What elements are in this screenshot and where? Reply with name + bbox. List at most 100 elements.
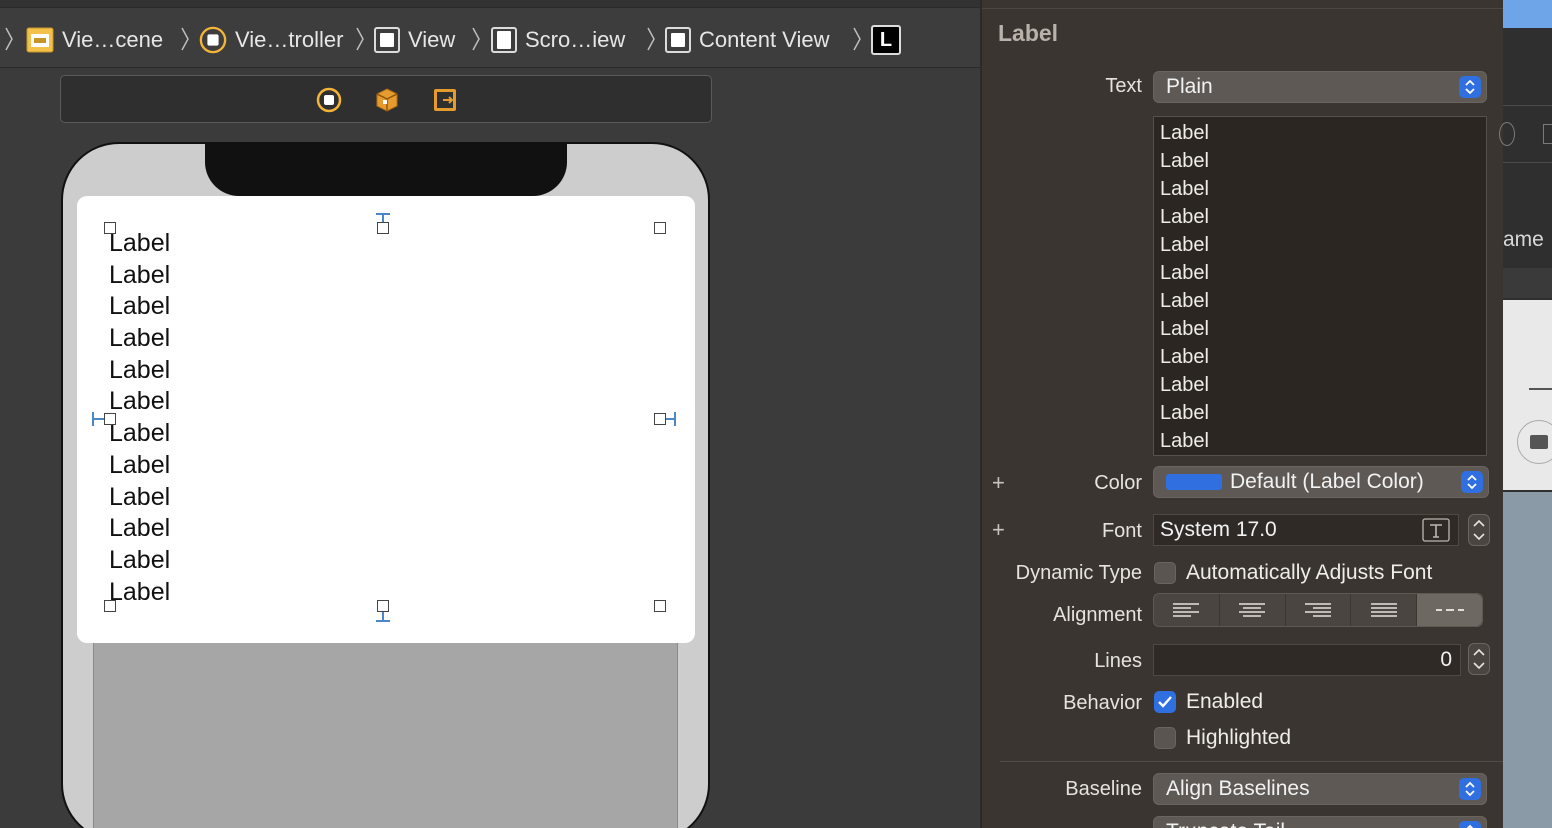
chevron-right-icon [646,26,656,52]
text-content-line: Label [1160,178,1209,200]
alignment-row-label: Alignment [1053,604,1142,626]
breadcrumb-item-scroll-view[interactable]: Scro…iew [491,26,625,54]
resize-handle-top-left[interactable] [104,222,116,234]
first-responder-icon[interactable] [374,87,400,113]
baseline-popup[interactable]: Align Baselines [1153,773,1487,805]
scroll-view-icon [491,27,517,53]
text-content-line: Label [1160,234,1209,256]
text-content-line: Label [1160,346,1209,368]
breadcrumb-item-scene[interactable]: Vie…cene [26,26,163,54]
storyboard-canvas[interactable]: Vie…cene Vie…troller View Scro…iew Conte… [0,0,980,828]
breadcrumb-item-label[interactable]: L [871,25,901,55]
alignment-segmented-control [1153,593,1483,627]
align-justified-button[interactable] [1351,594,1418,626]
panel-divider [1503,162,1552,163]
library-item-icon[interactable] [1517,420,1552,464]
align-center-button[interactable] [1220,594,1286,626]
chevron-updown-icon [1461,471,1483,493]
constraint-guide-top-cap [376,213,390,215]
resize-handle-bottom-left[interactable] [104,600,116,612]
align-natural-button[interactable] [1417,594,1482,626]
canvas-label-line: Label [109,260,171,289]
scene-icon [26,26,54,54]
canvas-label-line: Label [109,229,171,257]
device-notch [205,142,567,196]
color-row-label: Color [1094,472,1142,494]
auto-adjust-font-checkbox[interactable] [1154,562,1176,584]
text-type-value: Plain [1166,75,1213,98]
auto-adjust-font-label: Automatically Adjusts Font [1186,561,1433,584]
resize-handle-left[interactable] [104,413,116,425]
partial-name-label: ame [1503,228,1544,251]
selected-tab-edge[interactable] [1503,0,1552,28]
line-break-value: Truncate Tail [1166,820,1285,828]
breadcrumb-item-view[interactable]: View [374,26,455,54]
adjacent-panel: ame [1499,0,1552,828]
align-center-icon [1239,603,1266,617]
font-picker-icon[interactable] [1422,518,1450,548]
scroll-view-area[interactable] [93,624,678,828]
plus-icon[interactable]: + [992,470,1005,496]
constraint-guide-bottom-cap [376,620,390,622]
font-field[interactable]: System 17.0 [1153,514,1459,546]
text-content-line: Label [1160,318,1209,340]
breadcrumb-label: Vie…troller [235,27,344,52]
canvas-label-line: Label [109,482,171,511]
text-row-label: Text [1105,75,1142,97]
chevron-right-icon [852,26,862,52]
constraint-guide-leading-cap [92,412,94,426]
resize-handle-top-right[interactable] [654,222,666,234]
highlighted-checkbox[interactable] [1154,727,1176,749]
text-type-popup[interactable]: Plain [1153,71,1487,103]
breadcrumb-label: Content View [699,27,830,52]
chevron-right-icon [471,26,481,52]
text-content-line: Label [1160,206,1209,228]
section-divider [1000,761,1505,762]
resize-handle-top[interactable] [377,222,389,234]
breadcrumb-item-content-view[interactable]: Content View [665,26,829,54]
breadcrumb-item-view-controller[interactable]: Vie…troller [199,26,343,54]
chevron-updown-icon [1459,778,1481,800]
align-right-button[interactable] [1286,594,1352,626]
text-content-area[interactable]: Label Label Label Label Label Label Labe… [1153,116,1487,456]
plus-icon[interactable]: + [992,517,1005,543]
chevron-updown-icon [1459,76,1481,98]
canvas-label-line: Label [109,577,171,606]
resize-handle-bottom[interactable] [377,600,389,612]
align-left-icon [1173,603,1200,617]
library-preview [1503,300,1552,490]
constraint-guide-leading [93,418,104,420]
enabled-checkbox[interactable] [1154,691,1176,713]
view-controller-icon[interactable] [316,87,342,113]
align-left-button[interactable] [1154,594,1220,626]
align-right-icon [1304,603,1331,617]
resize-handle-bottom-right[interactable] [654,600,666,612]
align-justified-icon [1370,603,1397,617]
font-size-stepper[interactable] [1468,514,1490,546]
text-content-line: Label [1160,290,1209,312]
view-controller-icon [199,26,227,54]
label-icon: L [871,25,901,55]
dynamic-type-label: Dynamic Type [1015,562,1142,584]
highlighted-label: Highlighted [1186,726,1292,749]
circle-icon[interactable] [1499,122,1515,146]
canvas-label-line: Label [109,450,171,479]
selected-label[interactable]: Label Label Label Label Label Label Labe… [109,228,309,608]
resize-handle-right[interactable] [654,413,666,425]
document-icon[interactable] [1543,124,1552,144]
scene-dock [60,75,712,123]
constraint-guide-trailing-cap [674,412,676,426]
color-value: Default (Label Color) [1230,470,1424,493]
lines-stepper[interactable] [1468,643,1490,675]
text-content-line: Label [1160,430,1209,452]
lines-field[interactable]: 0 [1153,644,1461,676]
color-popup[interactable]: Default (Label Color) [1153,466,1489,498]
exit-icon[interactable] [432,87,458,113]
section-title: Label [998,20,1059,46]
line-break-popup[interactable]: Truncate Tail [1153,816,1487,828]
text-content-line: Label [1160,374,1209,396]
lines-value: 0 [1440,648,1452,671]
canvas-label-line: Label [109,292,171,321]
canvas-label-line: Label [109,545,171,574]
enabled-label: Enabled [1186,690,1264,713]
